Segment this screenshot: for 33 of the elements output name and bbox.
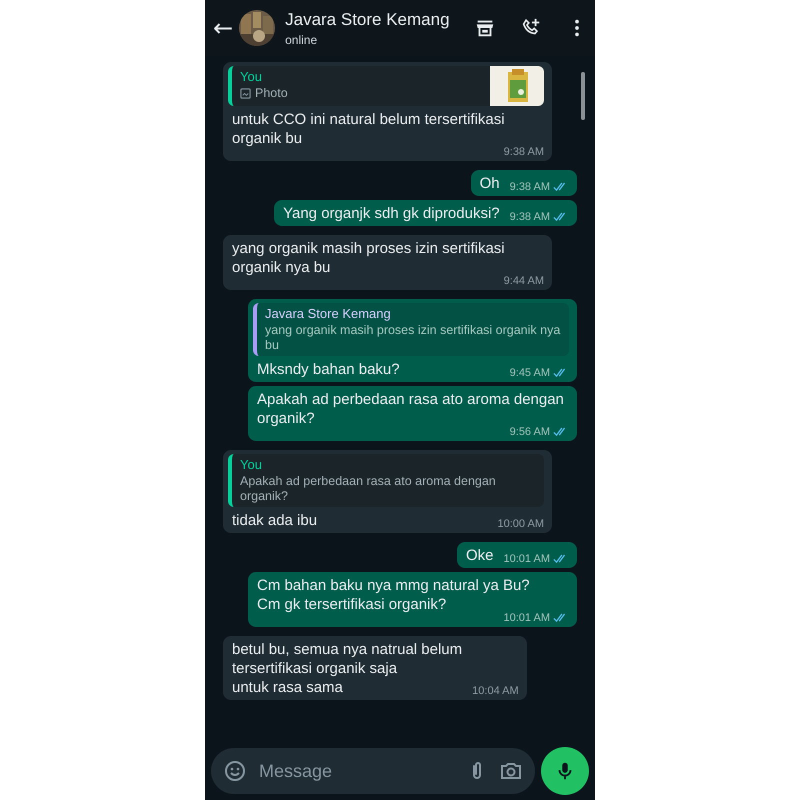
message-text: yang organik masih proses izin sertifikasi organik nya bu <box>232 239 506 276</box>
message-text: Oh <box>480 174 500 193</box>
quoted-message[interactable]: You Apakah ad perbedaan rasa ato aroma dengan organik? <box>228 454 544 507</box>
contact-status: online <box>285 32 318 46</box>
quoted-text: yang organik masih proses izin sertifikasi organik nya bu <box>265 323 561 353</box>
message-time: 9:38 AM <box>504 146 544 158</box>
message-field[interactable]: Message <box>211 748 535 794</box>
message-time: 10:01 AM <box>504 612 550 624</box>
message-time: 9:38 AM <box>510 211 550 223</box>
back-button[interactable]: ← <box>211 16 236 40</box>
message-time: 10:00 AM <box>498 518 544 530</box>
message-time: 10:04 AM <box>472 685 519 697</box>
contact-name: Javara Store Kemang <box>285 10 450 30</box>
message-text: tidak ada ibu <box>232 511 318 530</box>
quoted-message[interactable]: You Photo <box>228 66 544 106</box>
message-time: 9:45 AM <box>510 367 550 379</box>
message-time: 9:44 AM <box>504 275 544 287</box>
message-text: Oke <box>466 546 494 565</box>
message-text: betul bu, semua nya natrual belum tersertifikasi organik saja untuk rasa sama <box>232 640 462 697</box>
quoted-author: You <box>240 457 263 472</box>
message-time: 9:38 AM <box>510 181 550 193</box>
quoted-message[interactable]: Javara Store Kemang yang organik masih proses izin sertifikasi organik nya bu <box>253 303 569 356</box>
message-text: Yang organjk sdh gk diproduksi? <box>283 204 500 223</box>
message-text: Cm bahan baku nya mmg natural ya Bu? Cm gk tersertifikasi organik? <box>257 576 530 613</box>
message-text: Mksndy bahan baku? <box>257 360 400 379</box>
message-text: untuk CCO ini natural belum tersertifikasi organik bu <box>232 110 506 147</box>
message-time: 9:56 AM <box>510 426 550 438</box>
quoted-text: Apakah ad perbedaan rasa ato aroma dengan organik? <box>240 474 497 504</box>
message-time: 10:01 AM <box>504 553 550 565</box>
quoted-author: Javara Store Kemang <box>265 306 392 321</box>
quoted-author: You <box>240 69 263 84</box>
message-text: Apakah ad perbedaan rasa ato aroma dengan organik? <box>257 390 565 427</box>
quoted-text: Photo <box>255 86 288 101</box>
